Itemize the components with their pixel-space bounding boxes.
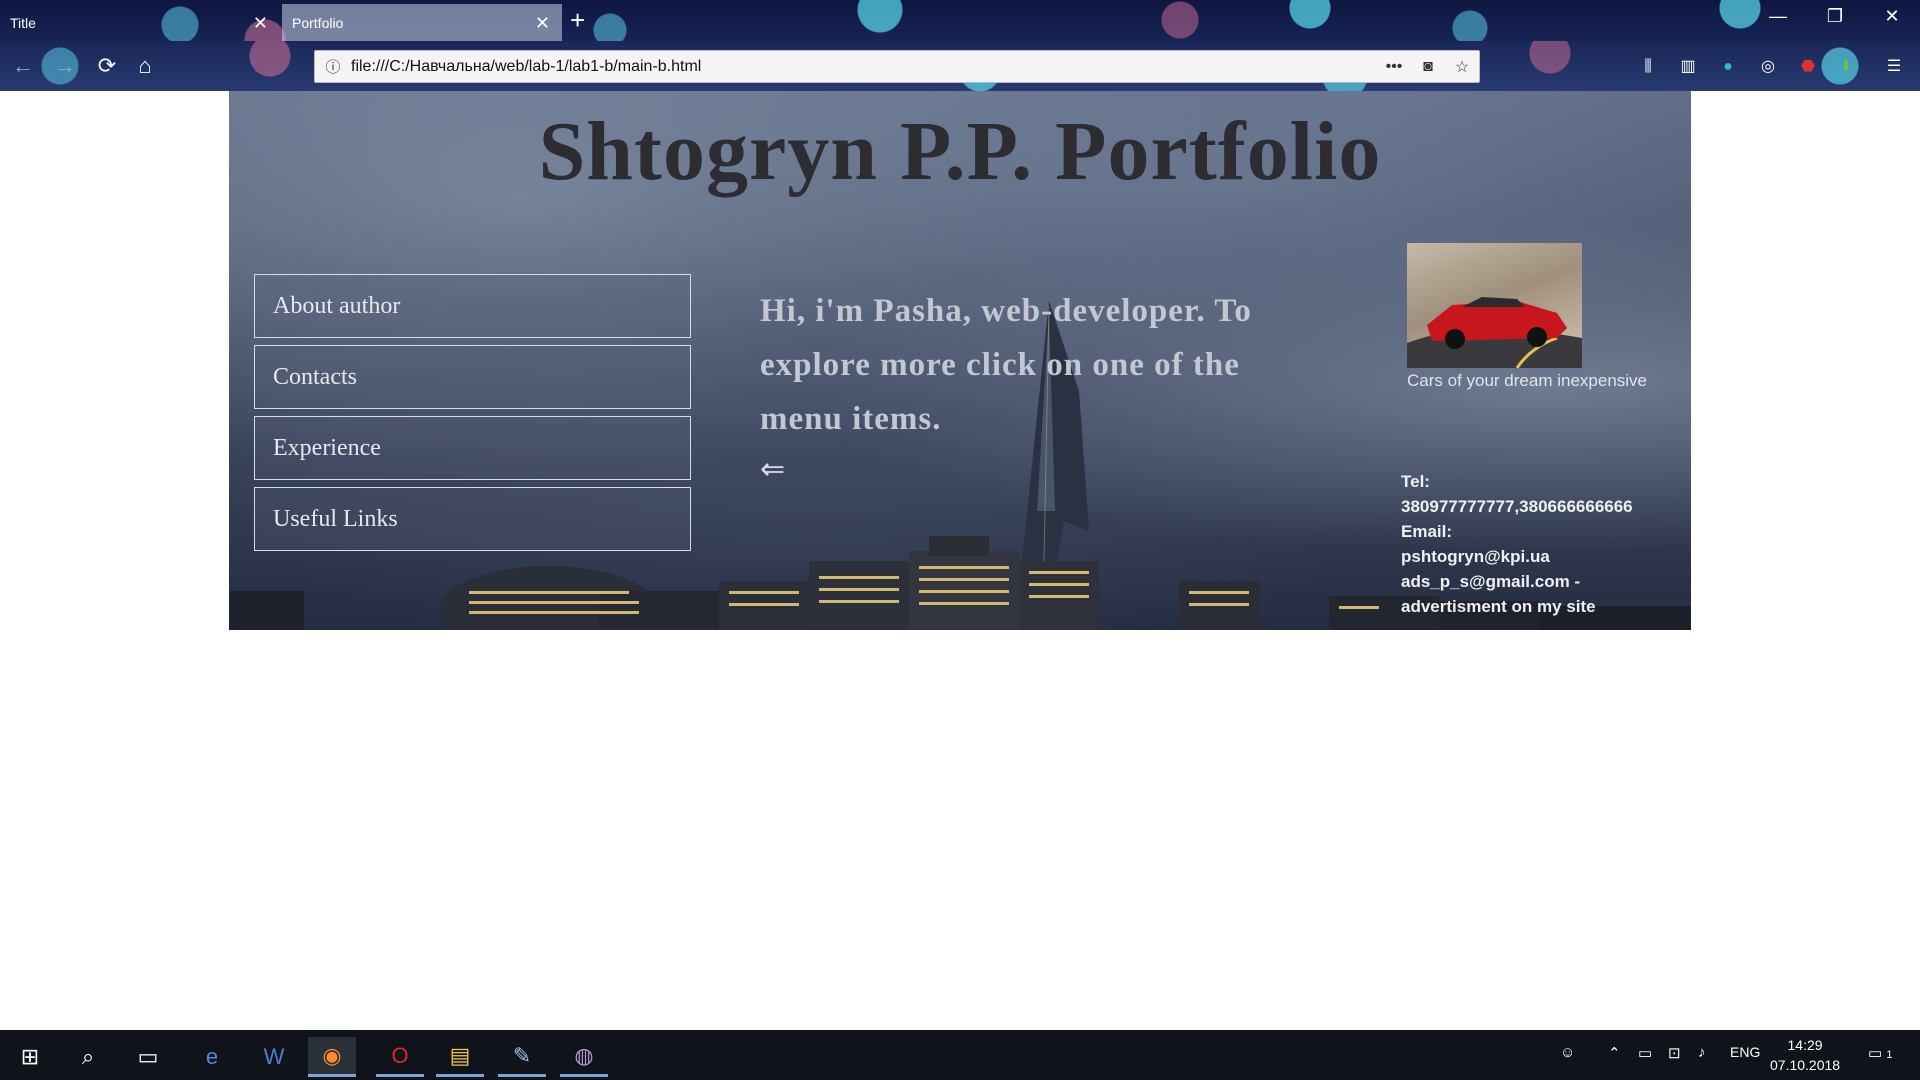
adblock-icon[interactable]: ⬣ xyxy=(1796,55,1820,79)
email-ads[interactable]: ads_p_s@gmail.com - xyxy=(1401,569,1681,594)
sidebar-icon[interactable]: ▥ xyxy=(1676,55,1700,79)
people-icon[interactable]: ☺ xyxy=(1560,1044,1575,1061)
minimize-icon[interactable]: — xyxy=(1758,6,1798,27)
language-indicator[interactable]: ENG xyxy=(1730,1044,1760,1060)
info-icon[interactable]: ⓘ xyxy=(315,56,351,77)
tel-numbers: 380977777777,380666666666 xyxy=(1401,497,1633,516)
greeting-text: Hi, i'm Pasha, web-developer. To explore… xyxy=(760,293,1252,437)
star-icon[interactable]: ☆ xyxy=(1445,57,1479,77)
edge-icon[interactable]: e xyxy=(188,1037,236,1077)
more-icon[interactable]: ••• xyxy=(1377,58,1411,76)
extension-download-icon[interactable]: ⬇ xyxy=(1834,55,1858,79)
url-text[interactable]: file:///C:/Навчальна/web/lab-1/lab1-b/ma… xyxy=(351,58,1377,76)
browser-titlebar: Title ✕ Portfolio ✕ + — ❐ ✕ xyxy=(0,0,1920,41)
tab-label: Portfolio xyxy=(292,14,344,31)
new-tab-icon[interactable]: + xyxy=(570,6,585,34)
github-icon[interactable]: ◍ xyxy=(560,1037,608,1077)
opera-icon[interactable]: O xyxy=(376,1037,424,1077)
extension-m-icon[interactable]: ● xyxy=(1716,55,1740,79)
close-window-icon[interactable]: ✕ xyxy=(1872,6,1912,27)
ad-car-image[interactable] xyxy=(1407,243,1582,368)
volume-icon[interactable]: ♪ xyxy=(1698,1044,1706,1061)
notification-count: 1 xyxy=(1886,1049,1893,1061)
search-icon[interactable]: ⌕ xyxy=(64,1037,112,1077)
notification-icon[interactable]: ▭ 1 xyxy=(1868,1044,1892,1062)
tab-portfolio[interactable]: Portfolio ✕ xyxy=(282,4,562,41)
reload-icon[interactable]: ⟳ xyxy=(92,51,122,81)
menu-item-label: About author xyxy=(273,292,401,319)
home-icon[interactable]: ⌂ xyxy=(130,51,160,81)
library-icon[interactable]: ⫼ xyxy=(1636,55,1660,79)
clock-time: 14:29 xyxy=(1787,1037,1823,1053)
pocket-icon[interactable]: ◙ xyxy=(1411,58,1445,76)
menu-item-label: Experience xyxy=(273,434,381,461)
firefox-icon[interactable]: ◉ xyxy=(308,1037,356,1077)
menu-item-about-author[interactable]: About author xyxy=(254,274,691,338)
main-menu: About author Contacts Experience Useful … xyxy=(254,274,691,558)
menu-item-useful-links[interactable]: Useful Links xyxy=(254,487,691,551)
hamburger-menu-icon[interactable]: ☰ xyxy=(1882,55,1906,79)
arrow-left-icon[interactable]: ← xyxy=(8,51,38,81)
email-primary[interactable]: pshtogryn@kpi.ua xyxy=(1401,544,1681,569)
email-label: Email: xyxy=(1401,522,1453,541)
tab-close-icon[interactable]: ✕ xyxy=(535,13,550,34)
word-icon[interactable]: W xyxy=(250,1037,298,1077)
extension-sync-icon[interactable]: ◎ xyxy=(1756,55,1780,79)
contacts-block: Tel: 380977777777,380666666666 Email: ps… xyxy=(1401,469,1681,619)
chevron-up-icon[interactable]: ⌃ xyxy=(1608,1044,1621,1062)
file-explorer-icon[interactable]: ▤ xyxy=(436,1037,484,1077)
menu-item-label: Contacts xyxy=(273,363,357,390)
tab-title[interactable]: Title ✕ xyxy=(0,4,280,41)
menu-item-contacts[interactable]: Contacts xyxy=(254,345,691,409)
restore-icon[interactable]: ❐ xyxy=(1815,6,1855,27)
page-title: Shtogryn P.P. Portfolio xyxy=(538,105,1382,198)
email-ads-note: advertisment on my site xyxy=(1401,597,1596,616)
network-icon[interactable]: ⊡ xyxy=(1668,1044,1681,1062)
tab-label: Title xyxy=(10,14,36,31)
clock[interactable]: 14:29 07.10.2018 xyxy=(1770,1035,1840,1075)
task-view-icon[interactable]: ▭ xyxy=(124,1037,172,1077)
windows-taskbar: ⊞ ⌕ ▭ e W ◉ O ▤ ✎ ◍ ☺ ⌃ ▭ ⊡ ♪ ENG 14:29 … xyxy=(0,1030,1920,1080)
battery-icon[interactable]: ▭ xyxy=(1638,1044,1652,1062)
portfolio-page: Shtogryn P.P. Portfolio About author Con… xyxy=(229,91,1691,630)
browser-toolbar: ← → ⟳ ⌂ ⓘ file:///C:/Навчальна/web/lab-1… xyxy=(0,41,1920,91)
clock-date: 07.10.2018 xyxy=(1770,1057,1841,1073)
paint-icon[interactable]: ✎ xyxy=(498,1037,546,1077)
menu-item-experience[interactable]: Experience xyxy=(254,416,691,480)
ad-caption[interactable]: Cars of your dream inexpensive xyxy=(1407,371,1647,391)
tab-close-icon[interactable]: ✕ xyxy=(253,13,268,34)
windows-start-icon[interactable]: ⊞ xyxy=(6,1037,54,1077)
address-bar[interactable]: ⓘ file:///C:/Навчальна/web/lab-1/lab1-b/… xyxy=(314,50,1480,83)
menu-item-label: Useful Links xyxy=(273,505,398,532)
arrow-right-icon[interactable]: → xyxy=(50,51,80,81)
arrow-left-icon: ⇐ xyxy=(760,453,786,486)
tel-label: Tel: xyxy=(1401,472,1430,491)
